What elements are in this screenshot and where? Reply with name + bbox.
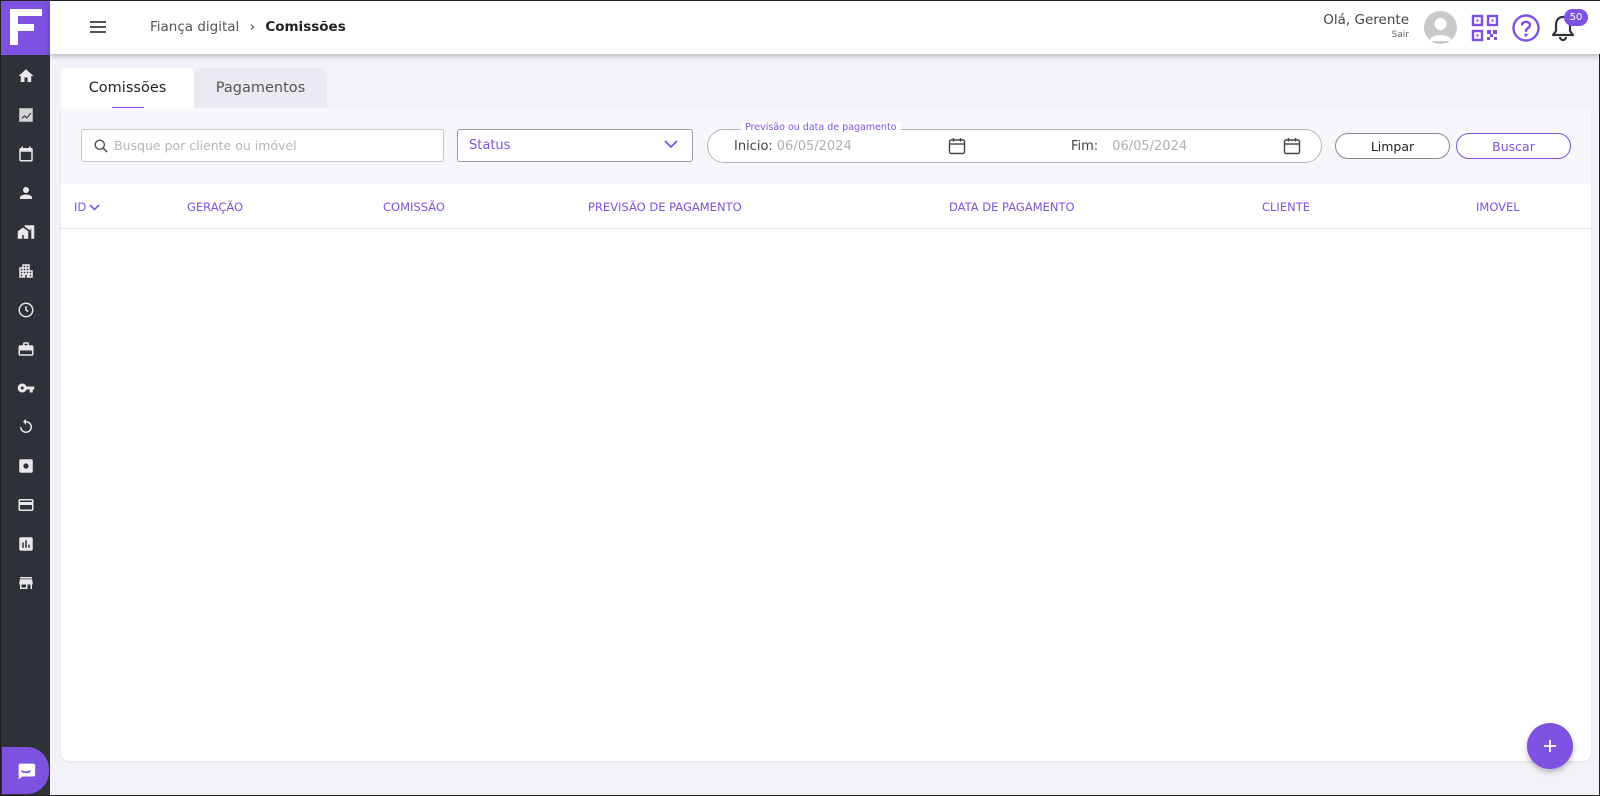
column-header-cliente[interactable]: CLIENTE [1262,200,1310,214]
status-dropdown-label: Status [469,138,511,153]
credit-card-icon [18,499,33,511]
search-icon [94,139,108,153]
tab-comissoes[interactable]: Comissões [61,68,194,108]
commissions-panel: Status Previsão ou data de pagamento Ini… [61,108,1591,761]
add-commission-button[interactable] [1527,723,1573,769]
end-calendar-icon[interactable] [1283,137,1301,155]
sidebar-item-keys[interactable] [1,371,50,405]
start-date-field[interactable]: Inicio: 06/05/2024 [734,139,852,154]
search-button[interactable]: Buscar [1456,133,1571,159]
plus-icon [1544,740,1556,752]
sidebar-item-home[interactable] [1,59,50,93]
start-date-value[interactable]: 06/05/2024 [777,139,852,154]
search-input[interactable] [114,130,434,161]
help-icon[interactable] [1511,13,1541,43]
top-header: Fiança digital › Comissões Olá, Gerente … [50,1,1600,54]
end-date-label: Fim: [1071,139,1099,154]
greeting-text: Olá, Gerente [1323,12,1409,28]
chat-icon [18,763,35,779]
person-icon [19,187,32,199]
sidebar-item-business[interactable] [1,332,50,366]
calendar-icon [18,146,33,162]
settings-box-icon [18,459,33,473]
column-header-previsao-pagamento[interactable]: PREVISÃO DE PAGAMENTO [588,200,742,214]
sidebar-item-payments[interactable] [1,488,50,522]
qr-code-icon[interactable] [1471,14,1499,42]
trending-chart-icon [18,108,33,122]
logout-link[interactable]: Sair [1323,30,1409,40]
sidebar-item-properties[interactable] [1,215,50,249]
sidebar-item-settings[interactable] [1,449,50,483]
end-date-field[interactable]: Fim: 06/05/2024 [1071,139,1187,154]
column-header-data-pagamento[interactable]: DATA DE PAGAMENTO [949,200,1075,214]
end-date-value[interactable]: 06/05/2024 [1112,139,1187,154]
breadcrumb-parent-link[interactable]: Fiança digital [150,19,239,35]
column-header-comissao[interactable]: COMISSÃO [383,200,445,214]
user-greeting: Olá, Gerente Sair [1323,12,1409,40]
sidebar-item-renewals[interactable] [1,410,50,444]
breadcrumb-current: Comissões [265,19,346,35]
date-range-legend: Previsão ou data de pagamento [741,122,901,133]
apartment-icon [18,264,33,278]
sidebar-item-history[interactable] [1,293,50,327]
clock-icon [18,302,33,318]
user-avatar-icon [1429,18,1452,41]
brand-logo[interactable] [1,1,50,55]
home-icon [18,69,33,82]
clear-button[interactable]: Limpar [1335,133,1450,159]
buildings-icon [17,225,34,239]
breadcrumb-separator: › [249,19,256,35]
column-header-id-label: ID [74,200,87,214]
key-icon [17,383,34,393]
start-calendar-icon[interactable] [948,137,966,155]
column-header-id[interactable]: ID [74,200,100,214]
sidebar-item-apartments[interactable] [1,254,50,288]
sidebar-item-reports[interactable] [1,527,50,561]
column-header-geracao[interactable]: GERAÇÃO [187,200,243,214]
notification-count-badge: 50 [1564,9,1588,26]
breadcrumb: Fiança digital › Comissões [150,19,346,35]
tab-pagamentos[interactable]: Pagamentos [194,68,327,108]
filter-bar: Status Previsão ou data de pagamento Ini… [61,108,1591,184]
start-date-label: Inicio: [734,139,773,154]
chevron-down-icon [664,140,678,149]
bar-chart-icon [18,537,33,551]
sidebar-item-clients[interactable] [1,176,50,210]
refresh-icon [19,418,32,433]
store-icon [18,577,33,589]
column-header-imovel[interactable]: IMOVEL [1476,200,1520,214]
sidebar [1,1,50,795]
chat-button[interactable] [2,747,49,794]
sort-chevron-down-icon [89,204,100,211]
hamburger-menu-icon[interactable] [88,17,110,37]
briefcase-icon [18,342,33,356]
status-dropdown[interactable]: Status [457,129,693,162]
search-field[interactable] [81,129,444,162]
sidebar-item-dashboard[interactable] [1,98,50,132]
sidebar-item-store[interactable] [1,566,50,600]
sidebar-item-calendar[interactable] [1,137,50,171]
date-range-picker: Previsão ou data de pagamento Inicio: 06/… [707,122,1322,163]
avatar[interactable] [1424,11,1457,44]
app-window: Fiança digital › Comissões Olá, Gerente … [0,0,1600,796]
table-header: ID GERAÇÃO COMISSÃO PREVISÃO DE PAGAMENT… [61,184,1591,229]
